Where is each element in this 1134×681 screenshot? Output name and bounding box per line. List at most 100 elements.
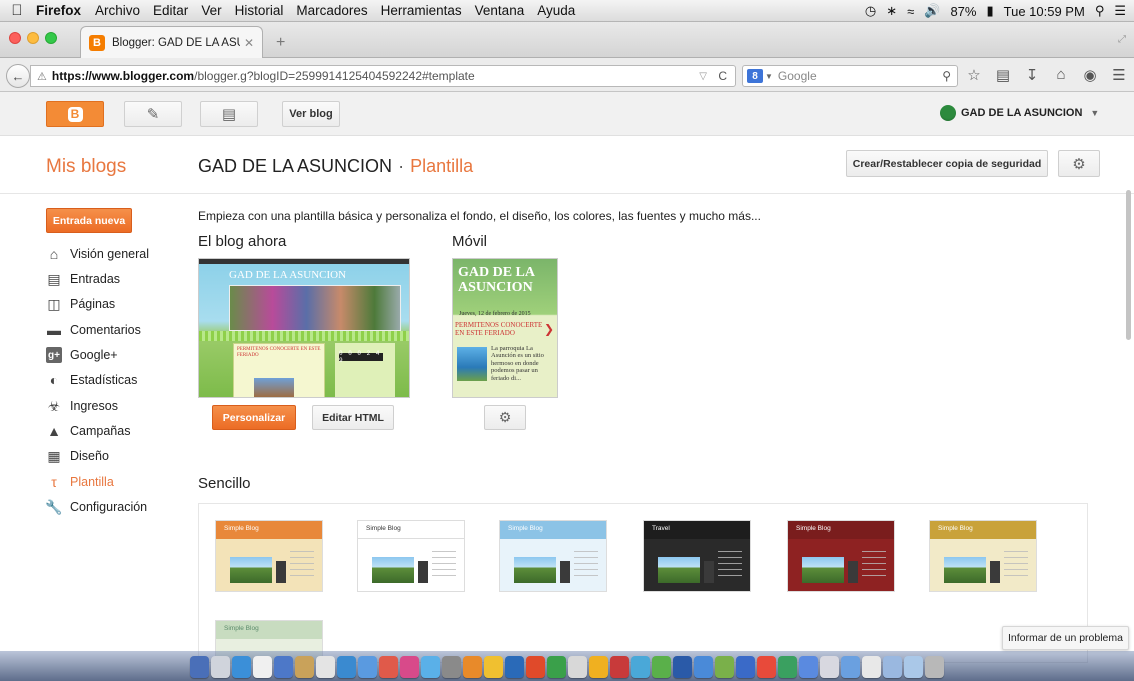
blogger-logo-button[interactable]: B [46,101,104,127]
engine-dropdown-icon[interactable]: ▼ [765,72,773,81]
template-thumb-3[interactable]: Simple Blog [499,520,607,592]
back-button[interactable]: ← [6,64,30,88]
dock-app-icon[interactable] [757,656,776,678]
mobile-settings-button[interactable]: ⚙ [484,405,526,430]
bookmark-star-icon[interactable]: ☆ [966,66,982,84]
sidebar-item-stats[interactable]: ◐ Estadísticas [46,370,138,390]
url-dropdown-icon[interactable]: ▽ [699,71,707,82]
my-blogs-link[interactable]: Mis blogs [46,156,126,178]
volume-icon[interactable]: 🔊 [924,3,940,19]
dock-app-icon[interactable] [232,656,251,678]
trash-icon[interactable] [925,656,944,678]
edit-html-button[interactable]: Editar HTML [312,405,394,430]
mobile-template-preview[interactable]: GAD DE LA ASUNCION Jueves, 12 de febrero… [452,258,558,398]
dock-app-icon[interactable] [862,656,881,678]
dock-app-icon[interactable] [505,656,524,678]
menu-icon[interactable]: ☰ [1111,66,1127,84]
wifi-icon[interactable]: ≈ [907,4,914,19]
dock-app-icon[interactable] [883,656,902,678]
settings-button[interactable]: ⚙ [1058,150,1100,177]
dock-app-icon[interactable] [421,656,440,678]
reload-icon[interactable]: C [718,69,727,83]
close-tab-icon[interactable]: ✕ [244,36,254,50]
dock-app-icon[interactable] [190,656,209,678]
apple-icon[interactable]:  [8,2,26,19]
new-post-pencil-button[interactable]: ✎ [124,101,182,127]
dock-app-icon[interactable] [337,656,356,678]
dock-app-icon[interactable] [316,656,335,678]
menu-ver[interactable]: Ver [201,3,221,18]
dock-app-icon[interactable] [820,656,839,678]
battery-icon[interactable]: ▮ [986,3,993,19]
dock-app-icon[interactable] [631,656,650,678]
sidebar-item-layout[interactable]: ▦ Diseño [46,446,109,466]
dock-app-icon[interactable] [778,656,797,678]
chat-icon[interactable]: ◉ [1082,66,1098,84]
dock-app-icon[interactable] [211,656,230,678]
posts-list-button[interactable]: ▤ [200,101,258,127]
dock-app-icon[interactable] [715,656,734,678]
dock-app-icon[interactable] [274,656,293,678]
dock-app-icon[interactable] [736,656,755,678]
sidebar-item-campaigns[interactable]: ▲ Campañas [46,421,130,441]
reading-list-icon[interactable]: ▤ [995,66,1011,84]
dock-app-icon[interactable] [379,656,398,678]
menu-ayuda[interactable]: Ayuda [537,3,575,18]
account-menu[interactable]: GAD DE LA ASUNCION ▼ [940,105,1099,121]
report-problem-button[interactable]: Informar de un problema [1002,626,1129,650]
clock[interactable]: Tue 10:59 PM [1004,4,1085,19]
sidebar-item-comments[interactable]: ▬ Comentarios [46,320,141,340]
template-thumb-6[interactable]: Simple Blog [929,520,1037,592]
close-window-button[interactable] [9,32,21,44]
dock-app-icon[interactable] [652,656,671,678]
template-thumb-2[interactable]: Simple Blog [357,520,465,592]
url-bar[interactable]: ⚠ https://www.blogger.com /blogger.g?blo… [30,65,736,87]
dock-app-icon[interactable] [358,656,377,678]
dock-app-icon[interactable] [904,656,923,678]
new-post-button[interactable]: Entrada nueva [46,208,132,233]
dock-app-icon[interactable] [463,656,482,678]
template-thumb-4[interactable]: Travel [643,520,751,592]
sidebar-item-pages[interactable]: ◫ Páginas [46,294,115,314]
zoom-window-button[interactable] [45,32,57,44]
dock-app-icon[interactable] [610,656,629,678]
sidebar-item-overview[interactable]: ⌂ Visión general [46,244,149,264]
dock-app-icon[interactable] [484,656,503,678]
search-bar[interactable]: 8 ▼ Google ⚲ [742,65,958,87]
warning-icon[interactable]: ⚠ [37,70,47,83]
sidebar-item-template[interactable]: τ Plantilla [46,472,114,492]
time-machine-icon[interactable]: ◷ [865,3,876,19]
template-thumb-5[interactable]: Simple Blog [787,520,895,592]
scrollbar[interactable] [1126,190,1131,340]
backup-restore-button[interactable]: Crear/Restablecer copia de seguridad [846,150,1048,177]
menu-ventana[interactable]: Ventana [475,3,525,18]
tab-blogger[interactable]: B Blogger: GAD DE LA ASUN... ✕ [80,26,263,58]
search-engine-icon[interactable]: 8 [747,69,763,83]
downloads-icon[interactable]: ↧ [1024,66,1040,84]
menu-app-name[interactable]: Firefox [36,3,81,18]
notification-center-icon[interactable]: ☰ [1114,3,1126,19]
menu-marcadores[interactable]: Marcadores [296,3,367,18]
search-icon[interactable]: ⚲ [942,69,951,83]
dock-app-icon[interactable] [526,656,545,678]
current-template-preview[interactable]: GAD DE LA ASUNCION PERMITENOS CONOCERTE … [198,258,410,398]
bluetooth-icon[interactable]: ∗ [886,3,897,19]
menu-herramientas[interactable]: Herramientas [381,3,462,18]
fullscreen-icon[interactable]: ⤢ [1118,34,1126,45]
sidebar-item-earnings[interactable]: ☣ Ingresos [46,396,118,416]
dock-app-icon[interactable] [841,656,860,678]
dock-app-icon[interactable] [589,656,608,678]
sidebar-item-settings[interactable]: 🔧 Configuración [45,497,147,517]
battery-percent[interactable]: 87% [950,4,976,19]
dock-app-icon[interactable] [694,656,713,678]
dock-app-icon[interactable] [400,656,419,678]
spotlight-icon[interactable]: ⚲ [1095,3,1105,19]
sidebar-item-google-plus[interactable]: g+ Google+ [46,345,118,365]
sidebar-item-posts[interactable]: ▤ Entradas [46,269,120,289]
new-tab-icon[interactable]: + [276,34,285,52]
dock-app-icon[interactable] [442,656,461,678]
customize-button[interactable]: Personalizar [212,405,296,430]
dock-app-icon[interactable] [673,656,692,678]
dock-app-icon[interactable] [253,656,272,678]
dock-app-icon[interactable] [799,656,818,678]
